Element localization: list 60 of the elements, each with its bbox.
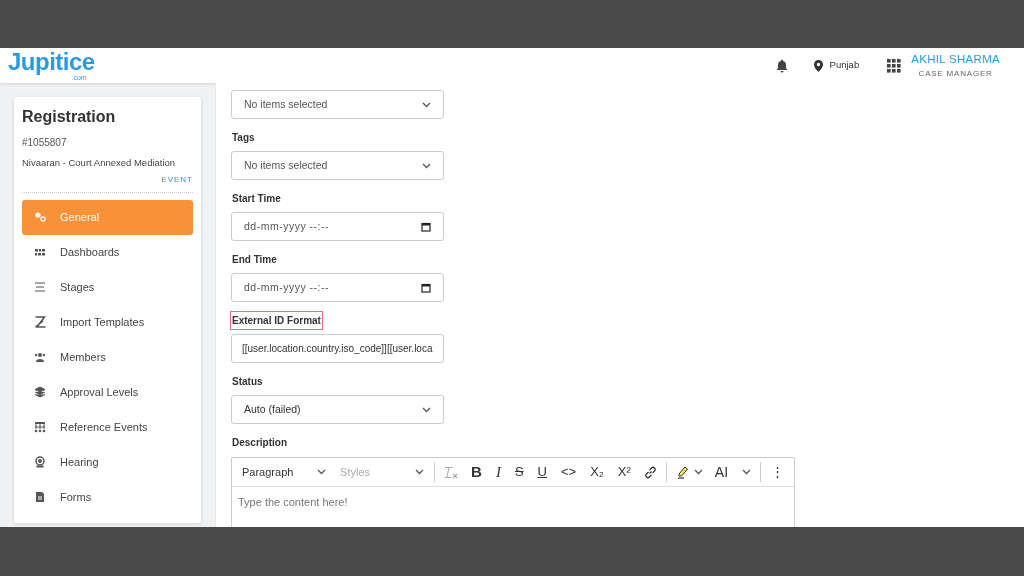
webcam-icon [34,456,46,469]
event-subtitle: Nivaaran - Court Annexed Mediation [22,156,177,170]
location-pin-icon [813,59,823,72]
location-text[interactable]: Punjab [829,58,860,73]
dashboard-icon [34,246,46,259]
field-label: End Time [231,253,278,267]
toolbar-button[interactable]: U [531,460,553,484]
chevron-down-icon [742,469,752,475]
status-select[interactable]: Auto (failed) [231,395,444,424]
multiselect-dropdown[interactable]: No items selected [231,151,444,180]
people-icon [34,351,46,364]
apps-grid-icon[interactable] [887,58,902,73]
chevron-down-icon [317,469,327,475]
toolbar-button[interactable]: B [465,460,488,484]
toolbar-button[interactable]: S [508,460,530,484]
field-label: Description [231,436,288,450]
sidebar-item[interactable]: Import Templates [22,304,193,340]
field-label: Start Time [231,192,282,206]
chevron-down-icon [422,101,431,108]
field-label: Tags [231,131,256,145]
text-input[interactable]: [[user.location.country.iso_code]][[user.loca [231,334,444,363]
calendar-icon[interactable] [421,221,431,232]
toolbar-dropdown[interactable]: Paragraph [236,460,333,484]
toolbar-button[interactable]: <> [554,460,583,484]
sidebar-item[interactable]: Members [22,339,193,375]
sidebar-item[interactable]: Stages [22,269,193,305]
clear-format-icon [444,465,459,479]
multiselect-dropdown[interactable]: No items selected [231,90,444,119]
layers-icon [34,386,46,399]
user-role: CASE MANAGER [917,68,994,81]
chevron-down-icon [415,469,425,475]
gears-icon [34,211,46,224]
toolbar-button[interactable]: I [489,460,507,484]
sidebar-item[interactable]: Forms [22,479,193,515]
chevron-down-icon [422,406,431,413]
chevron-down-icon [693,469,703,475]
list-icon [34,281,46,294]
event-title: Registration [22,107,117,127]
sidebar-item[interactable]: Reference Events [22,409,193,445]
field-label: Status [231,375,264,389]
sidebar-item[interactable]: Approval Levels [22,374,193,410]
event-number: #1055807 [22,136,68,150]
sidebar-item[interactable]: Hearing [22,444,193,480]
datetime-input[interactable]: dd-mm-yyyy --:-- [231,212,444,241]
event-type: EVENT [161,175,193,185]
notification-bell-icon[interactable] [775,58,788,73]
sidebar-item[interactable]: Dashboards [22,234,193,270]
calendar-icon[interactable] [421,282,431,293]
toolbar-button[interactable]: X₂ [584,460,610,484]
chevron-down-icon [422,162,431,169]
toolbar-button[interactable]: ⋮ [765,460,790,484]
highlighter-icon [675,465,690,479]
link-icon [643,465,657,479]
field-label: External ID Format [231,312,322,329]
editor-placeholder[interactable]: Type the content here! [238,496,348,508]
toolbar-button[interactable]: X² [611,460,637,484]
font-size-dropdown[interactable]: AI [709,460,757,484]
datetime-input[interactable]: dd-mm-yyyy --:-- [231,273,444,302]
hierarchy-icon [34,421,46,434]
document-icon [34,491,46,504]
